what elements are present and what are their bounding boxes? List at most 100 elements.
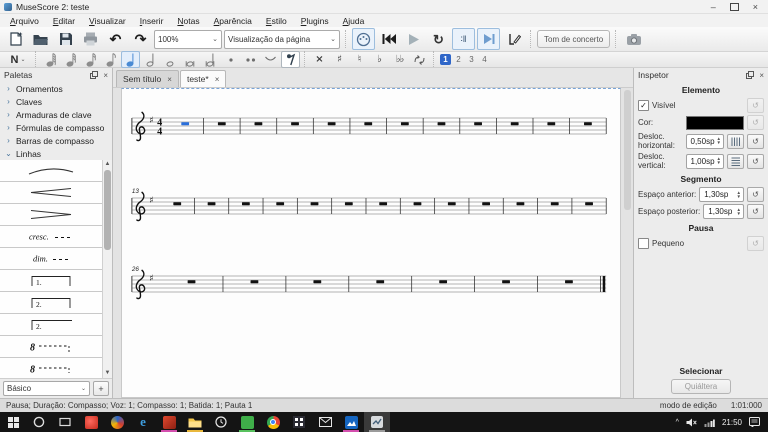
measure-rest[interactable] [188, 280, 196, 283]
taskbar-app-2[interactable] [104, 412, 130, 432]
measure-rest[interactable] [565, 280, 573, 283]
taskbar-musescore[interactable] [364, 412, 390, 432]
search-button[interactable] [26, 412, 52, 432]
voice-4-button[interactable]: 4 [479, 54, 490, 65]
maximize-button[interactable] [730, 3, 739, 11]
double-flat-button[interactable]: ♭♭ [390, 51, 409, 68]
menu-aparencia[interactable]: Aparência [207, 16, 259, 26]
palette-tree-armaduras-de-clave[interactable]: ›Armaduras de clave [0, 108, 112, 121]
h-offset-spinbox[interactable]: 0,50sp ▲▼ [686, 134, 725, 149]
measure-rest[interactable] [438, 122, 446, 125]
image-capture-button[interactable] [502, 28, 525, 50]
palette-item-decrescendo-hairpin[interactable] [0, 204, 102, 226]
menu-estilo[interactable]: Estilo [259, 16, 294, 26]
clock-time[interactable]: 21:50 [722, 418, 742, 427]
note-quarter-button[interactable] [121, 51, 140, 68]
taskbar-mail[interactable] [312, 412, 338, 432]
rewind-button[interactable] [377, 28, 400, 50]
color-swatch[interactable] [686, 116, 744, 130]
selected-rest[interactable] [181, 122, 189, 125]
visible-checkbox[interactable]: ✓ [638, 100, 649, 111]
menu-editar[interactable]: Editar [46, 16, 82, 26]
double-dot-button[interactable] [241, 51, 260, 68]
tab-close-icon[interactable]: × [167, 75, 172, 84]
close-button[interactable]: × [753, 2, 758, 12]
palette-item-volta-1[interactable]: 1. [0, 270, 102, 292]
tuplet-button[interactable]: Quiáltera [671, 379, 731, 394]
note-whole-button[interactable] [161, 51, 180, 68]
rest-button[interactable] [281, 51, 300, 68]
undo-button[interactable]: ↶ [104, 28, 127, 50]
start-button[interactable] [0, 412, 26, 432]
tie-button[interactable] [261, 51, 280, 68]
flat-button[interactable]: ♭ [370, 51, 389, 68]
score-system-2[interactable]: ♯13 [128, 184, 614, 230]
snap-horizontal-button[interactable] [727, 134, 744, 149]
small-checkbox[interactable] [638, 238, 649, 249]
note-half-button[interactable] [141, 51, 160, 68]
repeat-playback-button[interactable]: ∶‖ [452, 28, 475, 50]
snap-vertical-button[interactable] [727, 154, 744, 169]
measure-rest[interactable] [551, 202, 559, 205]
palette-tree-barras-de-compasso[interactable]: ›Barras de compasso [0, 134, 112, 147]
measure-rest[interactable] [364, 122, 372, 125]
note-input-button[interactable]: N ⌄ [5, 51, 31, 68]
close-panel-icon[interactable]: × [103, 71, 108, 80]
palette-tree-linhas[interactable]: ⌄Linhas [0, 147, 112, 160]
leading-space-spinbox[interactable]: 1,30sp ▲▼ [699, 187, 744, 202]
measure-rest[interactable] [547, 122, 555, 125]
v-offset-spinbox[interactable]: 1,00sp ▲▼ [686, 154, 725, 169]
palette-item-crescendo-hairpin[interactable] [0, 182, 102, 204]
measure-rest[interactable] [255, 122, 263, 125]
taskbar-alarms[interactable] [208, 412, 234, 432]
measure-rest[interactable] [502, 280, 510, 283]
note-16th-button[interactable] [81, 51, 100, 68]
taskbar-app-4[interactable] [234, 412, 260, 432]
volume-icon[interactable] [686, 418, 697, 427]
add-palette-button[interactable]: + [93, 381, 109, 396]
reset-color-button[interactable]: ↺ [747, 115, 764, 130]
note-breve-button[interactable] [181, 51, 200, 68]
measure-rest[interactable] [414, 202, 422, 205]
measure-rest[interactable] [313, 280, 321, 283]
print-button[interactable] [79, 28, 102, 50]
open-file-button[interactable] [29, 28, 52, 50]
tab-sem-titulo[interactable]: Sem título × [116, 70, 179, 87]
measure-rest[interactable] [291, 122, 299, 125]
taskbar-chrome[interactable] [260, 412, 286, 432]
measure-rest[interactable] [208, 202, 216, 205]
pan-playback-button[interactable] [477, 28, 500, 50]
measure-rest[interactable] [439, 280, 447, 283]
natural-button[interactable]: ♮ [350, 51, 369, 68]
measure-rest[interactable] [584, 122, 592, 125]
measure-rest[interactable] [276, 202, 284, 205]
measure-rest[interactable] [173, 202, 181, 205]
palette-item-volta-2[interactable]: 2. [0, 292, 102, 314]
taskbar-app-1[interactable] [78, 412, 104, 432]
measure-rest[interactable] [345, 202, 353, 205]
play-button[interactable] [402, 28, 425, 50]
score-page[interactable]: ♯44♯13♯26 [121, 88, 621, 398]
view-mode-select[interactable]: Visualização da página ⌄ [224, 30, 340, 49]
measure-rest[interactable] [251, 280, 259, 283]
measure-rest[interactable] [585, 202, 593, 205]
measure-rest[interactable] [448, 202, 456, 205]
tray-expand-icon[interactable]: ^ [676, 419, 679, 426]
taskbar-app-3[interactable] [156, 412, 182, 432]
float-panel-icon[interactable] [746, 71, 754, 79]
notification-icon[interactable] [749, 417, 760, 427]
palette-tree-claves[interactable]: ›Claves [0, 95, 112, 108]
tab-close-icon[interactable]: × [215, 75, 220, 84]
voice-3-button[interactable]: 3 [466, 54, 477, 65]
measure-rest[interactable] [311, 202, 319, 205]
measure-rest[interactable] [218, 122, 226, 125]
concert-pitch-button[interactable]: Tom de concerto [537, 30, 610, 48]
measure-rest[interactable] [401, 122, 409, 125]
flip-direction-button[interactable] [410, 51, 429, 68]
double-sharp-button[interactable]: × [310, 51, 329, 68]
measure-rest[interactable] [376, 280, 384, 283]
note-32nd-button[interactable] [61, 51, 80, 68]
note-64th-button[interactable] [41, 51, 60, 68]
menu-notas[interactable]: Notas [170, 16, 206, 26]
measure-rest[interactable] [517, 202, 525, 205]
